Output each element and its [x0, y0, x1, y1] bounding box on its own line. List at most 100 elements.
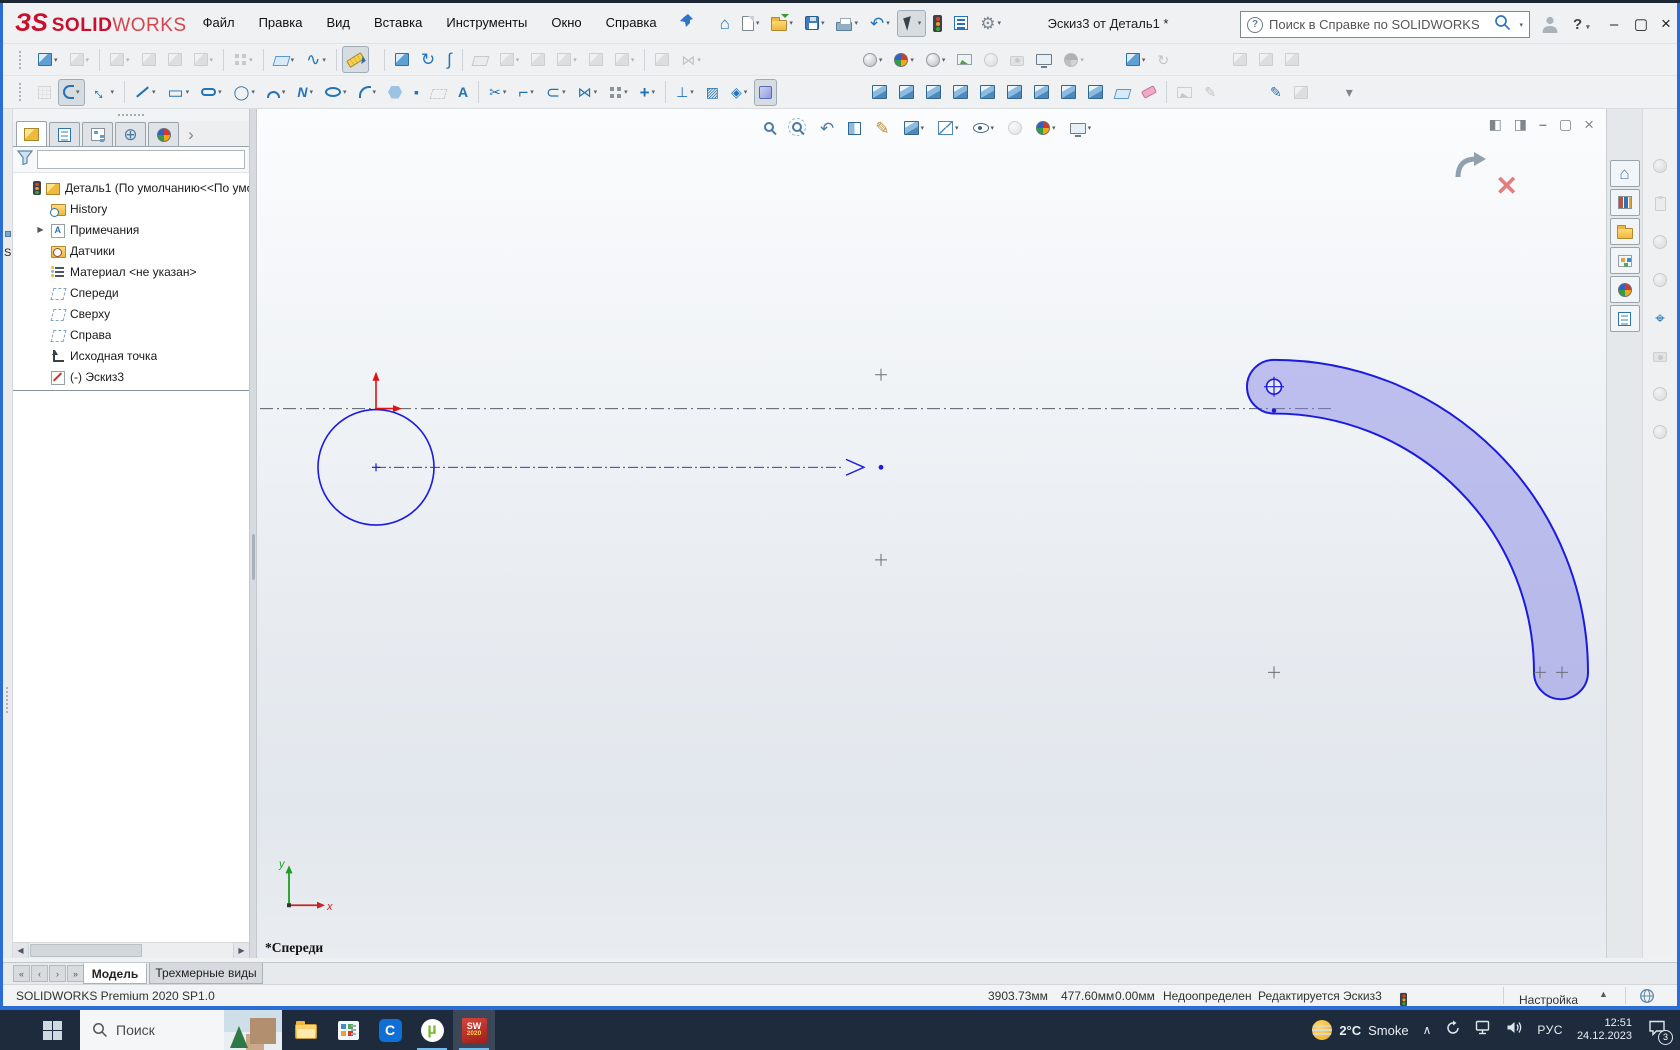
taskpane-file-explorer-tab[interactable] — [1610, 218, 1640, 245]
collapsed-panel-icon[interactable] — [5, 231, 11, 237]
view-dimetric-tool[interactable] — [1083, 79, 1108, 106]
decals-tool[interactable] — [952, 46, 977, 73]
help-search-box[interactable]: ? Поиск в Справке по SOLIDWORKS ▾ — [1240, 11, 1530, 38]
dimxpert-manager-tab[interactable]: ⊕ — [115, 122, 146, 146]
instant3d-tool[interactable] — [342, 46, 369, 73]
convert-entities-tool[interactable]: ⌐▾ — [513, 79, 538, 106]
menu-Вид[interactable]: Вид — [314, 4, 362, 42]
scene-ball-tool[interactable] — [1647, 381, 1673, 407]
costing-tool[interactable] — [1280, 46, 1304, 73]
notification-center-icon[interactable]: 3 — [1648, 1020, 1666, 1041]
appearance-ball-tool[interactable] — [1647, 229, 1673, 255]
extruded-boss-tool[interactable]: ▾ — [33, 46, 63, 73]
trim-entities-tool[interactable]: ✂▾ — [484, 79, 511, 106]
dropdown-icon[interactable]: ▾ — [322, 56, 326, 64]
dropdown-icon[interactable]: ▾ — [186, 88, 190, 96]
scroll-right-icon[interactable]: ▶ — [233, 943, 249, 958]
mirror-entities-tool[interactable]: ⋈▾ — [573, 79, 603, 106]
edit-appearance-tool[interactable]: ▾ — [889, 46, 919, 73]
taskbar-search-box[interactable]: Поиск — [80, 1010, 282, 1050]
view-left-tool[interactable] — [921, 79, 946, 106]
dropdown-icon[interactable]: ▾ — [251, 88, 255, 96]
dropdown-icon[interactable]: ▾ — [1142, 56, 1146, 64]
options-list-button[interactable] — [949, 10, 973, 37]
menu-Правка[interactable]: Правка — [247, 4, 315, 42]
view-top-tool[interactable] — [975, 79, 1000, 106]
window-maximize-button[interactable]: ▢ — [1629, 12, 1653, 36]
dimxpert-target-tool[interactable]: ⌖ — [1647, 305, 1673, 331]
graphics-area[interactable]: xy ↶✎▾▾▾▾▾ ◧◨–▢× ✕ *Спереди — [257, 109, 1606, 958]
taskbar-clock[interactable]: 12:51 24.12.2023 — [1577, 1017, 1632, 1043]
dropdown-icon[interactable]: ▾ — [76, 88, 80, 96]
revolved-boss-tool[interactable]: ▾ — [65, 46, 95, 73]
camera-tool[interactable] — [1005, 46, 1029, 73]
extend-surface-tool[interactable]: ▾ — [552, 46, 582, 73]
window-minimize-button[interactable]: – — [1602, 12, 1626, 36]
mirror-tool[interactable]: ⋈▾ — [676, 46, 706, 73]
propertymanager-tab[interactable] — [49, 122, 80, 146]
taskbar-app-c[interactable]: C — [369, 1010, 411, 1050]
toolbar-drag-handle[interactable] — [10, 79, 31, 106]
ellipse-tool[interactable]: ▾ — [320, 79, 352, 106]
planar-surface-tool[interactable] — [468, 46, 493, 73]
previous-view-button[interactable]: ↶ — [814, 114, 840, 142]
line-tool[interactable]: ▾ — [130, 79, 161, 106]
boundary-boss-tool[interactable] — [163, 46, 187, 73]
view-trimetric-tool[interactable] — [1056, 79, 1081, 106]
start-button[interactable] — [26, 1010, 78, 1050]
network-tray-icon[interactable] — [1475, 1020, 1492, 1040]
panel-expand-button[interactable]: › — [181, 122, 201, 146]
dropdown-icon[interactable]: ▾ — [921, 124, 925, 132]
tree-item-plane[interactable]: Спереди — [13, 282, 249, 303]
render-tool[interactable]: ▾ — [1059, 46, 1089, 73]
view-orientation-button[interactable]: ▾ — [898, 114, 931, 142]
dropdown-icon[interactable]: ▾ — [1080, 56, 1084, 64]
taskpane-design-library-tab[interactable] — [1610, 189, 1640, 216]
pane-split-right-button[interactable]: ◨ — [1509, 113, 1532, 135]
taskbar-app-window[interactable] — [327, 1010, 369, 1050]
tree-item-plane[interactable]: Справа — [13, 324, 249, 345]
circle-tool[interactable]: ◯▾ — [229, 79, 260, 106]
menu-Справка[interactable]: Справка — [594, 4, 669, 42]
taskpane-view-palette-tab[interactable] — [1610, 247, 1640, 274]
thicken-tool[interactable]: ▾ — [610, 46, 640, 73]
panel-drag-handle[interactable] — [13, 109, 249, 121]
dropdown-icon[interactable]: ▾ — [373, 88, 377, 96]
revolved-surface-tool[interactable]: ↻ — [416, 46, 440, 73]
plane-tool[interactable] — [426, 79, 451, 106]
text-tool[interactable]: A — [453, 79, 473, 106]
document-tab-1[interactable]: Модель — [83, 963, 147, 984]
home-button[interactable]: ⌂ — [715, 10, 735, 37]
tab-scroll-3[interactable]: » — [67, 965, 84, 982]
dropdown-icon[interactable]: ▾ — [516, 56, 520, 64]
view-bottom-tool[interactable] — [1002, 79, 1027, 106]
dropdown-icon[interactable]: ▾ — [744, 88, 748, 96]
tab-scroll-2[interactable]: › — [49, 965, 66, 982]
tree-item-sketch[interactable]: (-) Эскиз3 — [13, 366, 249, 387]
display-state-tool[interactable]: ▾ — [858, 46, 888, 73]
display-delete-relations-tool[interactable]: ⊥▾ — [671, 79, 699, 106]
dropdown-icon[interactable]: ▾ — [86, 56, 90, 64]
centerpoint-arc-tool[interactable]: ▾ — [262, 79, 291, 106]
repair-sketch-tool[interactable]: ▨ — [701, 79, 724, 106]
doc-minimize-button[interactable]: – — [1534, 113, 1552, 135]
dropdown-icon[interactable]: ▾ — [530, 88, 534, 96]
mold-tools-button[interactable] — [33, 79, 56, 106]
toolbar-drag-handle[interactable] — [10, 46, 31, 73]
document-tab-2[interactable]: Трехмерные виды — [149, 963, 263, 984]
menu-Файл[interactable]: Файл — [191, 4, 247, 42]
dropdown-icon[interactable]: ▾ — [955, 124, 959, 132]
weather-widget[interactable]: 2°C Smoke — [1312, 1020, 1408, 1040]
dropdown-icon[interactable]: ▾ — [152, 88, 156, 96]
linear-sketch-pattern-tool[interactable]: ▾ — [604, 79, 633, 106]
display-manager-tab[interactable] — [148, 122, 179, 146]
view-isometric-tool[interactable] — [1029, 79, 1054, 106]
dropdown-icon[interactable]: ▾ — [503, 88, 507, 96]
eraser-tool[interactable] — [1137, 79, 1161, 106]
dropdown-icon[interactable]: ▾ — [918, 19, 922, 27]
walkthrough-tool[interactable] — [1031, 46, 1057, 73]
open-button[interactable]: ▾ — [766, 10, 798, 37]
dropdown-icon[interactable]: ▾ — [652, 88, 656, 96]
dropdown-icon[interactable]: ▾ — [821, 19, 825, 27]
sketch-canvas[interactable]: xy — [257, 109, 1606, 958]
